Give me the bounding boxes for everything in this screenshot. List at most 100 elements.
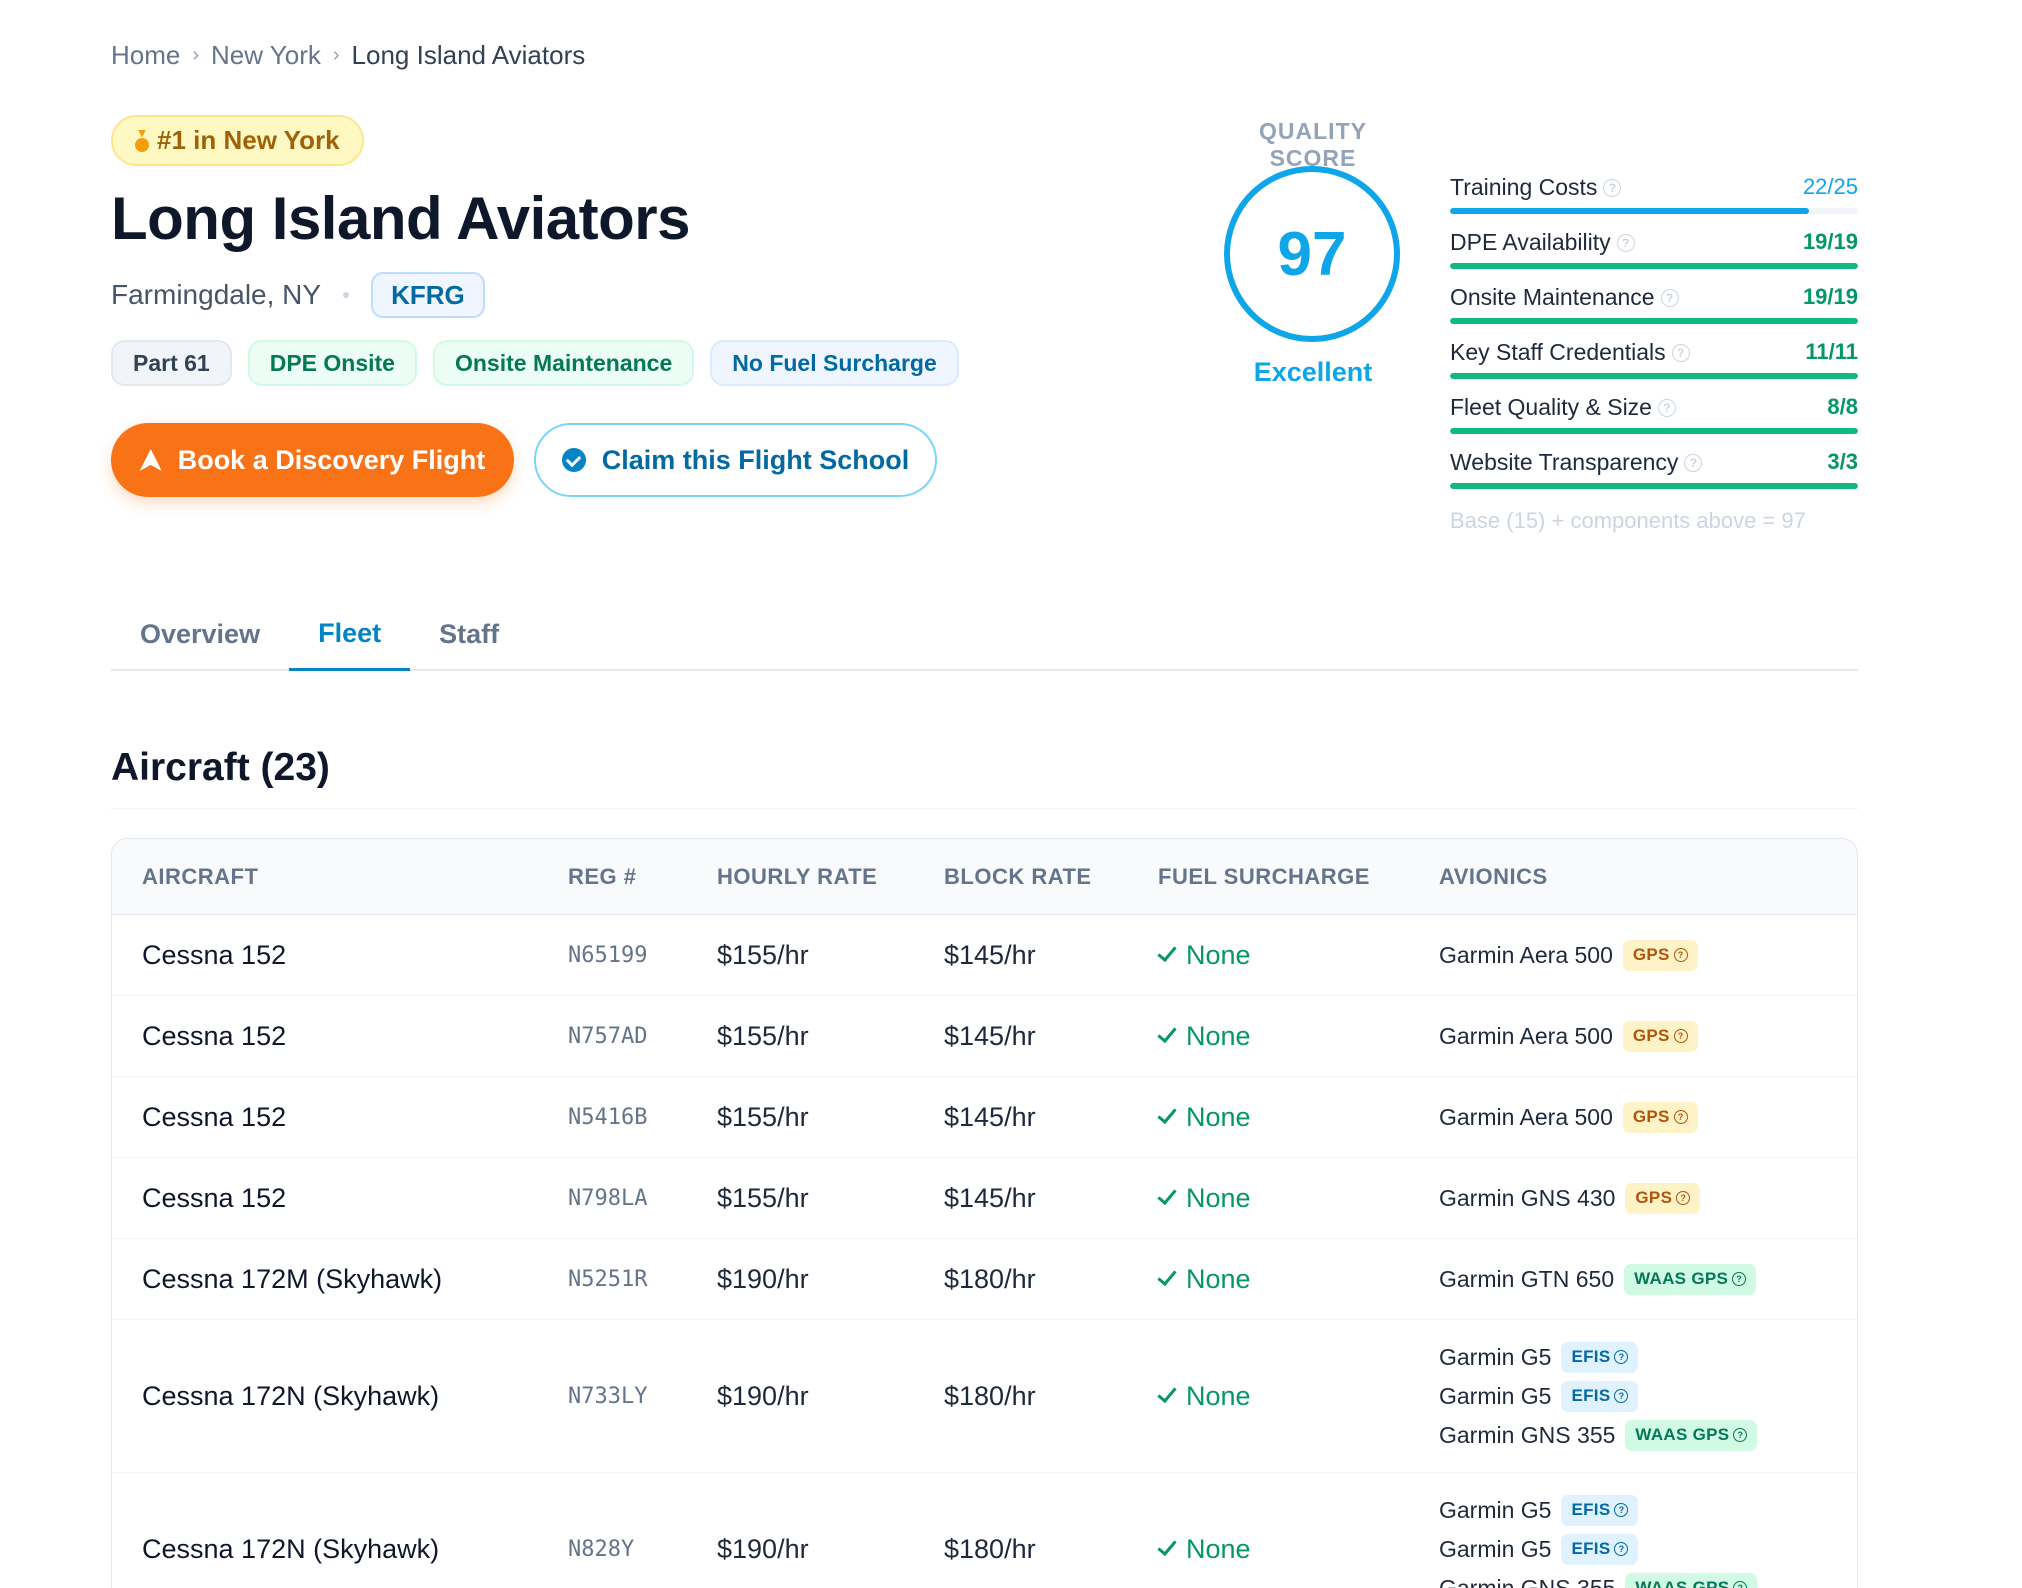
- avionics-badge[interactable]: GPS?: [1622, 1020, 1698, 1052]
- avionics-list: Garmin Aera 500 GPS?: [1439, 996, 1698, 1076]
- avionics-badge[interactable]: EFIS?: [1561, 1494, 1639, 1526]
- score-component-bar: [1450, 428, 1858, 434]
- tab-overview[interactable]: Overview: [111, 598, 289, 671]
- avionics-badge-label: GPS: [1635, 1188, 1673, 1207]
- tab-fleet[interactable]: Fleet: [289, 598, 411, 671]
- score-component-bar: [1450, 373, 1858, 379]
- book-discovery-flight-button[interactable]: Book a Discovery Flight: [111, 423, 514, 497]
- avionics-badge-label: WAAS GPS: [1635, 1425, 1730, 1444]
- hourly-rate: $155/hr: [717, 1101, 809, 1132]
- help-icon[interactable]: ?: [1616, 233, 1635, 252]
- help-icon[interactable]: ?: [1603, 178, 1622, 197]
- aircraft-name: Cessna 172N (Skyhawk): [142, 1380, 440, 1411]
- column-header: HOURLY RATE: [717, 864, 878, 889]
- aircraft-name: Cessna 152: [142, 1182, 287, 1213]
- avionics-badge-label: EFIS: [1571, 1386, 1611, 1405]
- aircraft-name: Cessna 152: [142, 1101, 287, 1132]
- avionics-badge[interactable]: GPS?: [1625, 1182, 1701, 1214]
- table-row[interactable]: Cessna 152 N65199 $155/hr $145/hr None Garmin…: [112, 915, 1857, 996]
- block-rate: $180/hr: [944, 1533, 1036, 1564]
- hourly-rate: $155/hr: [717, 1020, 809, 1051]
- fuel-surcharge-value: None: [1186, 1020, 1251, 1051]
- rank-badge: #1 in New York: [111, 115, 364, 166]
- table-row[interactable]: Cessna 152 N757AD $155/hr $145/hr None Garmin…: [112, 996, 1857, 1077]
- avionics-name: Garmin Aera 500: [1439, 1022, 1613, 1049]
- avionics-badge[interactable]: WAAS GPS?: [1625, 1572, 1758, 1588]
- score-component-row: Key Staff Credentials? 11/11: [1450, 335, 1858, 390]
- table-header: AIRCRAFT REG # HOURLY RATE BLOCK RATE FUEL S…: [112, 839, 1857, 915]
- page-title: Long Island Aviators: [111, 185, 690, 252]
- hourly-rate: $190/hr: [717, 1380, 809, 1411]
- registration-number: N65199: [568, 942, 648, 968]
- hourly-rate: $155/hr: [717, 1182, 809, 1213]
- help-icon: ?: [1733, 1581, 1748, 1588]
- fuel-surcharge-value: None: [1186, 939, 1251, 970]
- avionics-list: Garmin GTN 650 WAAS GPS?: [1439, 1239, 1757, 1319]
- help-icon[interactable]: ?: [1671, 343, 1690, 362]
- dot-separator: [343, 292, 350, 298]
- avionics-badge[interactable]: GPS?: [1622, 939, 1698, 971]
- tab-staff[interactable]: Staff: [410, 598, 528, 671]
- breadcrumb-home[interactable]: Home: [111, 40, 180, 71]
- avionics-badge[interactable]: EFIS?: [1561, 1533, 1639, 1565]
- check-icon: [1157, 1022, 1177, 1044]
- help-icon[interactable]: ?: [1660, 288, 1679, 307]
- airport-code-chip[interactable]: KFRG: [371, 272, 485, 318]
- block-rate: $145/hr: [944, 1020, 1036, 1051]
- score-component-value: 11/11: [1805, 339, 1858, 364]
- table-row[interactable]: Cessna 152 N798LA $155/hr $145/hr None Garmin…: [112, 1158, 1857, 1239]
- avionics-badge[interactable]: EFIS?: [1561, 1341, 1639, 1373]
- score-component-bar: [1450, 483, 1858, 489]
- help-icon: ?: [1733, 1428, 1748, 1442]
- table-row[interactable]: Cessna 172N (Skyhawk) N733LY $190/hr $180/h…: [112, 1320, 1857, 1473]
- hourly-rate: $190/hr: [717, 1263, 809, 1294]
- avionics-badge[interactable]: GPS?: [1622, 1101, 1698, 1133]
- fuel-surcharge: None: [1157, 1320, 1251, 1472]
- score-component-row: Website Transparency? 3/3: [1450, 445, 1858, 500]
- avionics-list: Garmin GNS 430 GPS?: [1439, 1158, 1701, 1238]
- avionics-list: Garmin G5 EFIS? Garmin G5 EFIS? Garmin GNS 3…: [1439, 1473, 1758, 1588]
- quality-score-rating: Excellent: [1253, 357, 1373, 387]
- score-component-name: Fleet Quality & Size?: [1450, 394, 1676, 421]
- score-breakdown: Training Costs? 22/25 DPE Availability? 19/…: [1450, 170, 1858, 500]
- table-row[interactable]: Cessna 172M (Skyhawk) N5251R $190/hr $180/h…: [112, 1239, 1857, 1320]
- book-discovery-flight-label: Book a Discovery Flight: [177, 444, 486, 475]
- help-icon[interactable]: ?: [1657, 398, 1676, 417]
- score-component-name: Website Transparency?: [1450, 449, 1703, 476]
- avionics-badge[interactable]: WAAS GPS?: [1624, 1263, 1757, 1295]
- score-component-value: 19/19: [1802, 229, 1858, 254]
- avionics-badge[interactable]: EFIS?: [1561, 1380, 1639, 1412]
- score-component-value: 8/8: [1827, 394, 1858, 419]
- score-component-bar: [1450, 208, 1858, 214]
- verified-check-icon: [561, 448, 586, 472]
- avionics-item: Garmin Aera 500 GPS?: [1439, 939, 1698, 971]
- aircraft-name: Cessna 172M (Skyhawk): [142, 1263, 443, 1294]
- avionics-name: Garmin G5: [1439, 1343, 1552, 1370]
- claim-school-button[interactable]: Claim this Flight School: [534, 423, 937, 497]
- score-component-value: 3/3: [1827, 449, 1858, 474]
- avionics-badge-label: GPS: [1632, 1107, 1670, 1126]
- location-row: Farmingdale, NY KFRG: [111, 272, 485, 318]
- fuel-surcharge: None: [1157, 1239, 1251, 1319]
- feature-tag: No Fuel Surcharge: [710, 340, 959, 386]
- registration-number: N5416B: [568, 1104, 648, 1130]
- table-row[interactable]: Cessna 152 N5416B $155/hr $145/hr None Garmin…: [112, 1077, 1857, 1158]
- block-rate: $180/hr: [944, 1263, 1036, 1294]
- table-row[interactable]: Cessna 172N (Skyhawk) N828Y $190/hr $180/hr…: [112, 1473, 1857, 1588]
- breadcrumb-state[interactable]: New York: [211, 40, 321, 71]
- avionics-badge[interactable]: WAAS GPS?: [1625, 1419, 1758, 1451]
- column-header: AIRCRAFT: [142, 864, 259, 889]
- hourly-rate: $155/hr: [717, 939, 809, 970]
- aircraft-name: Cessna 172N (Skyhawk): [142, 1533, 440, 1564]
- help-icon[interactable]: ?: [1684, 453, 1703, 472]
- registration-number: N798LA: [568, 1185, 648, 1211]
- medal-icon: [135, 130, 149, 152]
- avionics-name: Garmin GNS 355: [1439, 1421, 1616, 1448]
- school-location: Farmingdale, NY: [111, 279, 322, 310]
- fuel-surcharge-value: None: [1186, 1182, 1251, 1213]
- check-icon: [1157, 1265, 1177, 1287]
- avionics-name: Garmin G5: [1439, 1496, 1552, 1523]
- feature-tags: Part 61 DPE Onsite Onsite Maintenance No Fu…: [111, 340, 959, 386]
- score-component-label: Training Costs: [1450, 174, 1598, 200]
- feature-tag: Part 61: [111, 340, 232, 386]
